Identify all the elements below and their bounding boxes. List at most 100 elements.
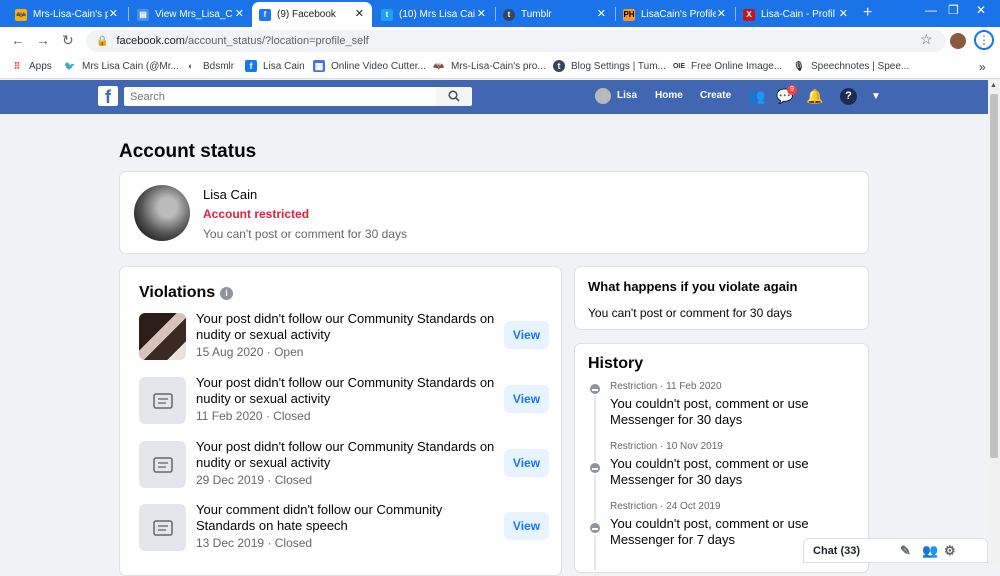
- info-icon[interactable]: i: [220, 287, 233, 300]
- profile-link[interactable]: Lisa: [617, 90, 637, 101]
- tab-title: LisaCain's Profile: [641, 9, 716, 20]
- browser-tab-4[interactable]: t (10) Mrs Lisa Cai ✕: [374, 2, 494, 27]
- reload-icon[interactable]: ↻: [62, 32, 74, 49]
- browser-tab-7[interactable]: X Lisa-Cain - Profil ✕: [736, 2, 856, 27]
- gear-icon[interactable]: ⚙: [944, 543, 956, 559]
- minimize-icon[interactable]: —: [925, 3, 937, 17]
- browser-tab-facebook-active[interactable]: f (9) Facebook ✕: [252, 2, 372, 27]
- bookmark-bdsmlr[interactable]: ◐ Bdsmlr: [185, 60, 234, 72]
- facebook-icon: f: [245, 60, 257, 72]
- friends-icon[interactable]: 👥: [748, 88, 765, 105]
- profile-name: Lisa Cain: [203, 187, 258, 202]
- create-link[interactable]: Create: [700, 90, 731, 101]
- bookmark-apps[interactable]: ⠿ Apps: [11, 60, 52, 72]
- bookmark-video-cutter[interactable]: ▦ Online Video Cutter...: [313, 60, 426, 72]
- tab-title: View Mrs_Lisa_C: [155, 9, 233, 20]
- history-label: Restriction: [610, 381, 658, 392]
- timeline-dot-icon: [588, 521, 602, 535]
- violation-meta: 15 Aug 2020 · Open: [196, 345, 304, 359]
- browser-tab-1[interactable]: 🦇 Mrs-Lisa-Cain's p ✕: [8, 2, 126, 27]
- browser-tab-6[interactable]: PH LisaCain's Profile ✕: [616, 2, 734, 27]
- timeline-line: [594, 390, 596, 570]
- close-icon[interactable]: ✕: [477, 7, 486, 20]
- close-icon[interactable]: ✕: [355, 7, 364, 20]
- bookmark-label: Speechnotes | Spee...: [811, 60, 910, 72]
- window-close-icon[interactable]: ✕: [976, 3, 986, 17]
- help-icon[interactable]: ?: [840, 88, 857, 105]
- close-icon[interactable]: ✕: [839, 7, 848, 20]
- violation-item: Your comment didn't follow our Community…: [139, 502, 549, 554]
- url-host: facebook.com: [116, 35, 185, 47]
- violations-card: Violations i Your post didn't follow our…: [119, 266, 562, 576]
- post-thumbnail[interactable]: [139, 313, 186, 360]
- chat-bar[interactable]: Chat (33) ✎ 👥 ⚙: [803, 538, 988, 563]
- address-bar-row: ← → ↻ 🔒 facebook.com/account_status/?loc…: [0, 27, 1000, 54]
- close-icon[interactable]: ✕: [597, 7, 606, 20]
- home-link[interactable]: Home: [655, 90, 683, 101]
- facebook-logo-icon[interactable]: f: [98, 86, 118, 107]
- view-button[interactable]: View: [504, 512, 549, 540]
- bat-icon: 🦇: [15, 8, 27, 21]
- restore-icon[interactable]: ❐: [948, 3, 959, 17]
- bookmark-facebook[interactable]: f Lisa Cain: [245, 60, 305, 72]
- violation-item: Your post didn't follow our Community St…: [139, 311, 549, 363]
- notifications-bell-icon[interactable]: 🔔: [806, 88, 823, 105]
- history-date: 10 Nov 2019: [666, 441, 723, 452]
- messenger-badge: 9: [787, 85, 797, 95]
- bookmark-bat[interactable]: 🦇 Mrs-Lisa-Cain's pro...: [433, 60, 545, 72]
- bookmark-tumblr[interactable]: t Blog Settings | Tum...: [553, 60, 666, 72]
- violation-state: Open: [274, 345, 304, 359]
- browser-menu-icon[interactable]: ⋮: [974, 30, 994, 50]
- lock-icon: 🔒: [96, 35, 109, 47]
- close-icon[interactable]: ✕: [717, 7, 726, 20]
- search-input[interactable]: [124, 87, 436, 106]
- bookmark-label: Free Online Image...: [691, 60, 783, 72]
- bookmarks-overflow[interactable]: »: [979, 60, 986, 74]
- facebook-icon: f: [259, 8, 271, 21]
- violation-text: Your comment didn't follow our Community…: [196, 502, 443, 533]
- violation-text: Your post didn't follow our Community St…: [196, 311, 495, 342]
- close-icon[interactable]: ✕: [235, 7, 244, 20]
- group-icon[interactable]: 👥: [922, 543, 938, 559]
- violation-date: 15 Aug 2020: [196, 345, 264, 359]
- violation-text: Your post didn't follow our Community St…: [196, 439, 495, 470]
- apps-grid-icon: ⠿: [13, 60, 21, 71]
- view-button[interactable]: View: [504, 385, 549, 413]
- page-scrollbar[interactable]: ▲: [988, 80, 1000, 563]
- tumblr-icon: t: [553, 60, 565, 72]
- browser-tab-strip: 🦇 Mrs-Lisa-Cain's p ✕ ▤ View Mrs_Lisa_C …: [0, 0, 1000, 27]
- violation-meta: 13 Dec 2019 · Closed: [196, 536, 313, 550]
- video-cutter-icon: ▦: [313, 60, 325, 72]
- page-title: Account status: [119, 141, 257, 162]
- bookmark-twitter[interactable]: 🐦 Mrs Lisa Cain (@Mr...: [64, 60, 179, 72]
- new-message-icon[interactable]: ✎: [900, 543, 911, 559]
- close-icon[interactable]: ✕: [109, 7, 118, 20]
- account-dropdown-icon[interactable]: ▼: [871, 91, 881, 102]
- bdsmlr-icon: ◐: [188, 61, 194, 71]
- back-arrow-icon[interactable]: ←: [11, 32, 25, 48]
- new-tab-plus-icon[interactable]: +: [863, 4, 872, 22]
- bookmark-oie[interactable]: OIE Free Online Image...: [673, 60, 782, 72]
- oie-icon: OIE: [672, 62, 686, 70]
- scroll-up-icon[interactable]: ▲: [990, 82, 997, 89]
- message-icon: [139, 441, 186, 488]
- bookmark-star-icon[interactable]: ☆: [920, 31, 933, 48]
- forward-arrow-icon[interactable]: →: [36, 32, 50, 48]
- tumblr-icon: t: [503, 8, 515, 21]
- search-button[interactable]: [436, 87, 472, 106]
- violations-title: Violations: [139, 284, 216, 301]
- browser-profile-avatar[interactable]: [950, 33, 966, 49]
- view-button[interactable]: View: [504, 449, 549, 477]
- avatar[interactable]: [595, 88, 611, 104]
- bookmark-label: Mrs Lisa Cain (@Mr...: [82, 60, 179, 72]
- facebook-header: f Lisa Home Create 👥 💬 9 🔔 ? ▼: [0, 80, 988, 114]
- browser-tab-5[interactable]: t Tumblr ✕: [496, 2, 614, 27]
- violation-date: 13 Dec 2019: [196, 536, 265, 550]
- bookmark-label: Blog Settings | Tum...: [571, 60, 666, 72]
- url-field[interactable]: 🔒 facebook.com/account_status/?location=…: [86, 30, 946, 52]
- view-button[interactable]: View: [504, 321, 549, 349]
- tab-title: Lisa-Cain - Profil: [761, 9, 835, 20]
- browser-tab-2[interactable]: ▤ View Mrs_Lisa_C ✕: [130, 2, 252, 27]
- scrollbar-thumb[interactable]: [990, 94, 998, 458]
- bookmark-speechnotes[interactable]: 🎙 Speechnotes | Spee...: [793, 60, 909, 72]
